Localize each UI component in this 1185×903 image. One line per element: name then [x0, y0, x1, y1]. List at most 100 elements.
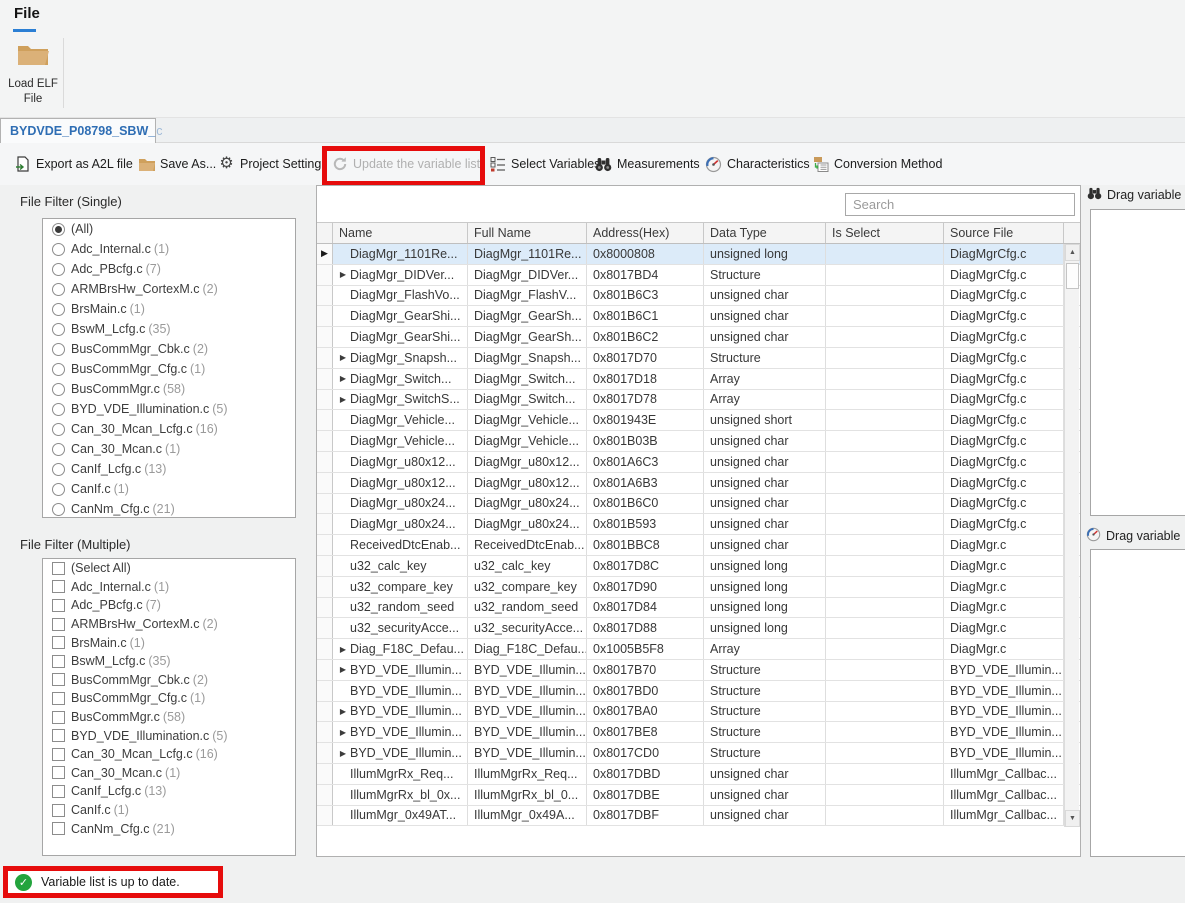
radio-button[interactable]	[52, 463, 65, 476]
table-row[interactable]: ▶ ▶ DiagMgr_Vehicle... DiagMgr_Vehicle..…	[317, 410, 1080, 431]
checkbox[interactable]	[52, 580, 65, 593]
vertical-scrollbar[interactable]: ▲ ▼	[1064, 244, 1079, 827]
table-row[interactable]: ▶ ▶ BYD_VDE_Illumin... BYD_VDE_Illumin..…	[317, 722, 1080, 743]
expander-icon[interactable]: ▶	[336, 270, 350, 279]
radio-filter-item[interactable]: ARMBrsHw_CortexM.c (2)	[43, 279, 295, 299]
row-selector-gutter[interactable]: ▶	[317, 327, 333, 347]
table-row[interactable]: ▶ ▶ DiagMgr_DIDVer... DiagMgr_DIDVer... …	[317, 265, 1080, 286]
table-row[interactable]: ▶ ▶ DiagMgr_GearShi... DiagMgr_GearSh...…	[317, 306, 1080, 327]
row-selector-gutter[interactable]: ▶	[317, 639, 333, 659]
expander-icon[interactable]: ▶	[336, 665, 350, 674]
table-row[interactable]: ▶ ▶ BYD_VDE_Illumin... BYD_VDE_Illumin..…	[317, 660, 1080, 681]
table-row[interactable]: ▶ ▶ BYD_VDE_Illumin... BYD_VDE_Illumin..…	[317, 681, 1080, 702]
table-row[interactable]: ▶ ▶ DiagMgr_u80x24... DiagMgr_u80x24... …	[317, 494, 1080, 515]
checkbox[interactable]	[52, 562, 65, 575]
checkbox-filter-item[interactable]: Can_30_Mcan.c (1)	[43, 764, 295, 783]
table-row[interactable]: ▶ ▶ u32_compare_key u32_compare_key 0x80…	[317, 577, 1080, 598]
export-a2l-button[interactable]: Export as A2L file	[14, 143, 133, 185]
radio-filter-item[interactable]: BusCommMgr_Cfg.c (1)	[43, 359, 295, 379]
row-selector-gutter[interactable]: ▶	[317, 410, 333, 430]
row-selector-gutter[interactable]: ▶	[317, 306, 333, 326]
row-selector-gutter[interactable]: ▶	[317, 535, 333, 555]
tab-project[interactable]: BYDVDE_P08798_SBW_ c	[0, 118, 156, 143]
table-row[interactable]: ▶ ▶ BYD_VDE_Illumin... BYD_VDE_Illumin..…	[317, 743, 1080, 764]
row-selector-gutter[interactable]: ▶	[317, 431, 333, 451]
radio-button[interactable]	[52, 223, 65, 236]
row-selector-gutter[interactable]: ▶	[317, 556, 333, 576]
table-row[interactable]: ▶ ▶ BYD_VDE_Illumin... BYD_VDE_Illumin..…	[317, 702, 1080, 723]
checkbox-filter-item[interactable]: CanNm_Cfg.c (21)	[43, 819, 295, 838]
row-selector-gutter[interactable]: ▶	[317, 722, 333, 742]
conversion-method-button[interactable]: Conversion Method	[812, 143, 942, 185]
radio-filter-item[interactable]: Adc_PBcfg.c (7)	[43, 259, 295, 279]
checkbox-filter-item[interactable]: Adc_PBcfg.c (7)	[43, 596, 295, 615]
radio-filter-item[interactable]: CanIf.c (1)	[43, 479, 295, 499]
checkbox[interactable]	[52, 748, 65, 761]
table-row[interactable]: ▶ ▶ DiagMgr_u80x12... DiagMgr_u80x12... …	[317, 452, 1080, 473]
row-selector-gutter[interactable]: ▶	[317, 785, 333, 805]
table-row[interactable]: ▶ ▶ DiagMgr_Vehicle... DiagMgr_Vehicle..…	[317, 431, 1080, 452]
search-input[interactable]	[845, 193, 1075, 216]
row-selector-gutter[interactable]: ▶	[317, 702, 333, 722]
table-row[interactable]: ▶ ▶ DiagMgr_SwitchS... DiagMgr_Switch...…	[317, 390, 1080, 411]
column-header[interactable]: Data Type	[704, 223, 826, 243]
table-row[interactable]: ▶ ▶ DiagMgr_1101Re... DiagMgr_1101Re... …	[317, 244, 1080, 265]
expander-icon[interactable]: ▶	[336, 728, 350, 737]
checkbox-filter-item[interactable]: BYD_VDE_Illumination.c (5)	[43, 726, 295, 745]
radio-button[interactable]	[52, 303, 65, 316]
scrollbar-thumb[interactable]	[1066, 263, 1079, 289]
radio-button[interactable]	[52, 263, 65, 276]
expander-icon[interactable]: ▶	[336, 395, 350, 404]
table-row[interactable]: ▶ ▶ DiagMgr_Snapsh... DiagMgr_Snapsh... …	[317, 348, 1080, 369]
radio-filter-item[interactable]: BusCommMgr_Cbk.c (2)	[43, 339, 295, 359]
table-row[interactable]: ▶ ▶ u32_calc_key u32_calc_key 0x8017D8C …	[317, 556, 1080, 577]
radio-button[interactable]	[52, 383, 65, 396]
save-as-button[interactable]: Save As...	[138, 143, 216, 185]
checkbox[interactable]	[52, 729, 65, 742]
checkbox[interactable]	[52, 673, 65, 686]
row-selector-gutter[interactable]: ▶	[317, 244, 333, 264]
radio-filter-item[interactable]: Adc_Internal.c (1)	[43, 239, 295, 259]
radio-button[interactable]	[52, 283, 65, 296]
file-menu[interactable]: File	[14, 5, 40, 22]
characteristics-drop-zone[interactable]	[1090, 549, 1185, 857]
row-selector-gutter[interactable]: ▶	[317, 348, 333, 368]
project-setting-button[interactable]: ⚙ Project Setting	[218, 143, 321, 185]
row-selector-gutter[interactable]: ▶	[317, 452, 333, 472]
expander-icon[interactable]: ▶	[336, 645, 350, 654]
checkbox[interactable]	[52, 599, 65, 612]
checkbox-filter-item[interactable]: Can_30_Mcan_Lcfg.c (16)	[43, 745, 295, 764]
table-row[interactable]: ▶ ▶ IllumMgr_0x49AT... IllumMgr_0x49A...…	[317, 806, 1080, 826]
load-elf-button[interactable]: Load ELF File	[4, 38, 62, 112]
radio-filter-item[interactable]: (All)	[43, 219, 295, 239]
checkbox-filter-item[interactable]: BswM_Lcfg.c (35)	[43, 652, 295, 671]
radio-filter-item[interactable]: BrsMain.c (1)	[43, 299, 295, 319]
row-selector-gutter[interactable]: ▶	[317, 806, 333, 826]
row-selector-gutter[interactable]: ▶	[317, 369, 333, 389]
row-selector-gutter[interactable]: ▶	[317, 598, 333, 618]
measurements-drop-zone[interactable]	[1090, 209, 1185, 516]
table-row[interactable]: ▶ ▶ DiagMgr_Switch... DiagMgr_Switch... …	[317, 369, 1080, 390]
radio-filter-item[interactable]: CanNm_Cfg.c (21)	[43, 499, 295, 518]
row-selector-gutter[interactable]: ▶	[317, 390, 333, 410]
column-header[interactable]: Source File	[944, 223, 1064, 243]
row-selector-gutter[interactable]: ▶	[317, 743, 333, 763]
radio-filter-item[interactable]: Can_30_Mcan.c (1)	[43, 439, 295, 459]
table-row[interactable]: ▶ ▶ Diag_F18C_Defau... Diag_F18C_Defau..…	[317, 639, 1080, 660]
row-selector-gutter[interactable]: ▶	[317, 660, 333, 680]
checkbox-filter-item[interactable]: Adc_Internal.c (1)	[43, 578, 295, 597]
radio-button[interactable]	[52, 323, 65, 336]
checkbox-filter-item[interactable]: BrsMain.c (1)	[43, 633, 295, 652]
expander-icon[interactable]: ▶	[336, 707, 350, 716]
measurements-button[interactable]: Measurements	[595, 143, 700, 185]
table-row[interactable]: ▶ ▶ DiagMgr_GearShi... DiagMgr_GearSh...…	[317, 327, 1080, 348]
radio-filter-item[interactable]: Can_30_Mcan_Lcfg.c (16)	[43, 419, 295, 439]
table-row[interactable]: ▶ ▶ u32_securityAcce... u32_securityAcce…	[317, 618, 1080, 639]
checkbox[interactable]	[52, 804, 65, 817]
checkbox[interactable]	[52, 822, 65, 835]
radio-filter-item[interactable]: BusCommMgr.c (58)	[43, 379, 295, 399]
scroll-up-button[interactable]: ▲	[1065, 244, 1080, 261]
radio-filter-item[interactable]: CanIf_Lcfg.c (13)	[43, 459, 295, 479]
checkbox-filter-item[interactable]: (Select All)	[43, 559, 295, 578]
row-selector-gutter[interactable]: ▶	[317, 265, 333, 285]
